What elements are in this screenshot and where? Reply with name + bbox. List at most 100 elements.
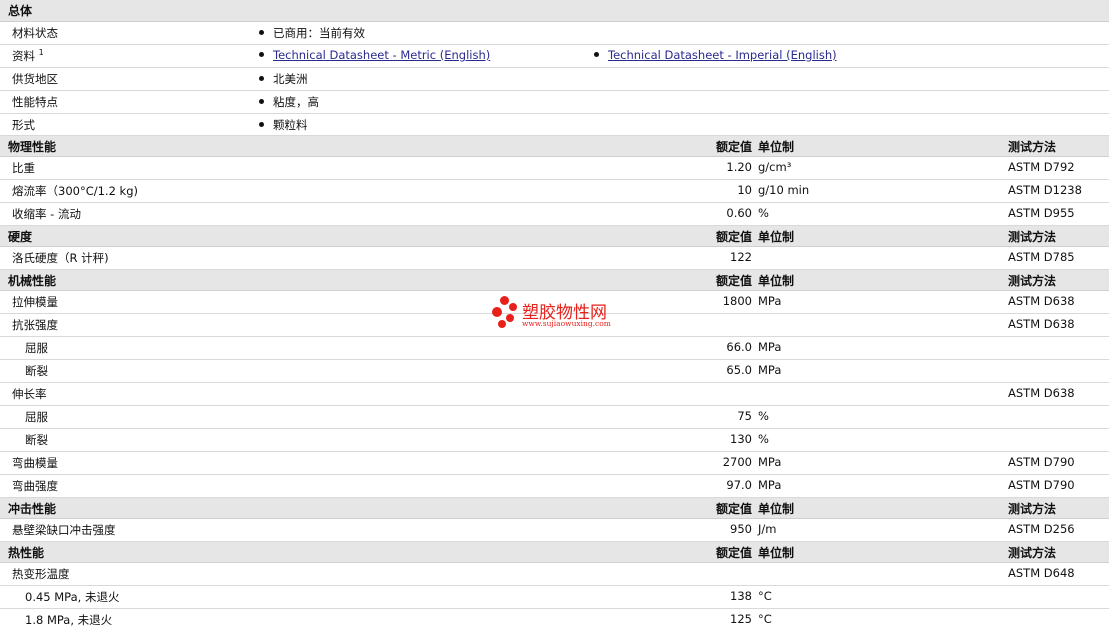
property-label: 0.45 MPa, 未退火 <box>25 590 120 604</box>
property-value: 138 <box>730 589 752 603</box>
property-label: 断裂 <box>25 433 48 447</box>
property-label: 比重 <box>12 161 35 175</box>
column-header-test: 测试方法 <box>1008 140 1057 154</box>
property-value: 0.60 <box>726 206 752 220</box>
property-label: 热变形温度 <box>12 567 70 581</box>
property-label: 性能特点 <box>12 95 58 109</box>
property-unit: MPa <box>758 478 782 492</box>
test-method: ASTM D1238 <box>1008 183 1082 197</box>
column-header-test: 测试方法 <box>1008 546 1057 560</box>
property-label: 形式 <box>12 118 35 132</box>
property-unit: J/m <box>758 522 777 536</box>
section-title: 总体 <box>8 4 33 18</box>
property-row: 抗张强度 ASTM D638 <box>0 314 1109 337</box>
bullet-icon <box>259 52 264 57</box>
property-label: 伸长率 <box>12 387 47 401</box>
property-unit: g/10 min <box>758 183 810 197</box>
section-title: 热性能 <box>8 546 45 560</box>
column-header-test: 测试方法 <box>1008 230 1057 244</box>
property-row: 熔流率（300°C/1.2 kg) 10 g/10 min ASTM D1238 <box>0 180 1109 203</box>
property-value: 65.0 <box>726 363 752 377</box>
property-unit: % <box>758 409 769 423</box>
property-row: 弯曲强度 97.0 MPa ASTM D790 <box>0 475 1109 498</box>
column-header-value: 额定值 <box>715 230 752 244</box>
test-method: ASTM D790 <box>1008 455 1075 469</box>
general-row-features: 性能特点 粘度，高 <box>0 91 1109 114</box>
property-label: 资料 1 <box>12 48 44 63</box>
property-row: 洛氏硬度（R 计秤) 122 ASTM D785 <box>0 247 1109 270</box>
general-row-form: 形式 颗粒料 <box>0 114 1109 136</box>
bullet-item: 已商用：当前有效 <box>259 25 365 41</box>
section-header: 热性能 额定值 单位制 测试方法 <box>0 542 1109 563</box>
property-row: 热变形温度 ASTM D648 <box>0 563 1109 586</box>
property-value: 75 <box>737 409 752 423</box>
column-header-unit: 单位制 <box>758 546 795 560</box>
property-row: 屈服 66.0 MPa <box>0 337 1109 360</box>
section-title: 机械性能 <box>8 274 57 288</box>
property-label: 拉伸模量 <box>12 295 58 309</box>
column-header-unit: 单位制 <box>758 140 795 154</box>
property-row: 悬壁梁缺口冲击强度 950 J/m ASTM D256 <box>0 519 1109 542</box>
property-unit: MPa <box>758 294 782 308</box>
property-value: 950 <box>730 522 752 536</box>
property-unit: % <box>758 206 769 220</box>
bullet-item: Technical Datasheet - Metric (English) <box>259 48 490 62</box>
property-label: 弯曲模量 <box>12 456 58 470</box>
property-row: 1.8 MPa, 未退火 125 °C <box>0 609 1109 627</box>
test-method: ASTM D638 <box>1008 294 1075 308</box>
section-header: 硬度 额定值 单位制 测试方法 <box>0 226 1109 247</box>
property-unit: MPa <box>758 455 782 469</box>
property-value: 122 <box>730 250 752 264</box>
section-title: 冲击性能 <box>8 502 57 516</box>
test-method: ASTM D792 <box>1008 160 1075 174</box>
section-header: 物理性能 额定值 单位制 测试方法 <box>0 136 1109 157</box>
property-label: 弯曲强度 <box>12 479 58 493</box>
property-label: 抗张强度 <box>12 318 58 332</box>
section-header-general: 总体 <box>0 0 1109 22</box>
test-method: ASTM D638 <box>1008 317 1075 331</box>
bullet-item: 颗粒料 <box>259 117 308 133</box>
column-header-unit: 单位制 <box>758 274 795 288</box>
property-value: 125 <box>730 612 752 626</box>
column-header-value: 额定值 <box>715 546 752 560</box>
column-header-value: 额定值 <box>715 274 752 288</box>
column-header-unit: 单位制 <box>758 502 795 516</box>
section-header: 机械性能 额定值 单位制 测试方法 <box>0 270 1109 291</box>
property-row: 收缩率 - 流动 0.60% ASTM D955 <box>0 203 1109 226</box>
column-header-value: 额定值 <box>715 140 752 154</box>
property-label: 洛氏硬度（R 计秤) <box>12 251 109 265</box>
property-value: 10 <box>737 183 752 197</box>
property-value: 66.0 <box>726 340 752 354</box>
property-value: 97.0 <box>726 478 752 492</box>
property-label: 收缩率 - 流动 <box>12 207 81 221</box>
property-row: 拉伸模量 1800 MPa ASTM D638 <box>0 291 1109 314</box>
test-method: ASTM D785 <box>1008 250 1075 264</box>
property-unit: °C <box>758 612 772 626</box>
bullet-icon <box>259 30 264 35</box>
property-label: 1.8 MPa, 未退火 <box>25 613 113 627</box>
property-sections: 物理性能 额定值 单位制 测试方法 比重 1.20 g/cm³ ASTM D792 熔流率（30… <box>0 136 1109 627</box>
bullet-icon <box>594 52 599 57</box>
test-method: ASTM D790 <box>1008 478 1075 492</box>
property-unit: °C <box>758 589 772 603</box>
metric-datasheet-link[interactable]: Technical Datasheet - Metric (English) <box>273 48 490 62</box>
datasheet: 总体 材料状态 已商用：当前有效 资料 1 Technical Datashee… <box>0 0 1109 627</box>
section-title: 硬度 <box>8 230 33 244</box>
footnote-marker: 1 <box>38 48 44 58</box>
property-row: 屈服 75% <box>0 406 1109 429</box>
column-header-test: 测试方法 <box>1008 274 1057 288</box>
bullet-icon <box>259 99 264 104</box>
property-unit: g/cm³ <box>758 160 792 174</box>
property-label: 供货地区 <box>12 72 58 86</box>
general-row-datasheets: 资料 1 Technical Datasheet - Metric (Engli… <box>0 45 1109 68</box>
section-title: 物理性能 <box>8 140 57 154</box>
imperial-datasheet-link[interactable]: Technical Datasheet - Imperial (English) <box>608 48 837 62</box>
property-row: 断裂 65.0 MPa <box>0 360 1109 383</box>
property-label: 屈服 <box>25 341 48 355</box>
property-label: 断裂 <box>25 364 48 378</box>
property-row: 断裂 130% <box>0 429 1109 452</box>
property-row: 0.45 MPa, 未退火 138 °C <box>0 586 1109 609</box>
property-label: 材料状态 <box>12 26 58 40</box>
general-row-status: 材料状态 已商用：当前有效 <box>0 22 1109 45</box>
bullet-icon <box>259 122 264 127</box>
